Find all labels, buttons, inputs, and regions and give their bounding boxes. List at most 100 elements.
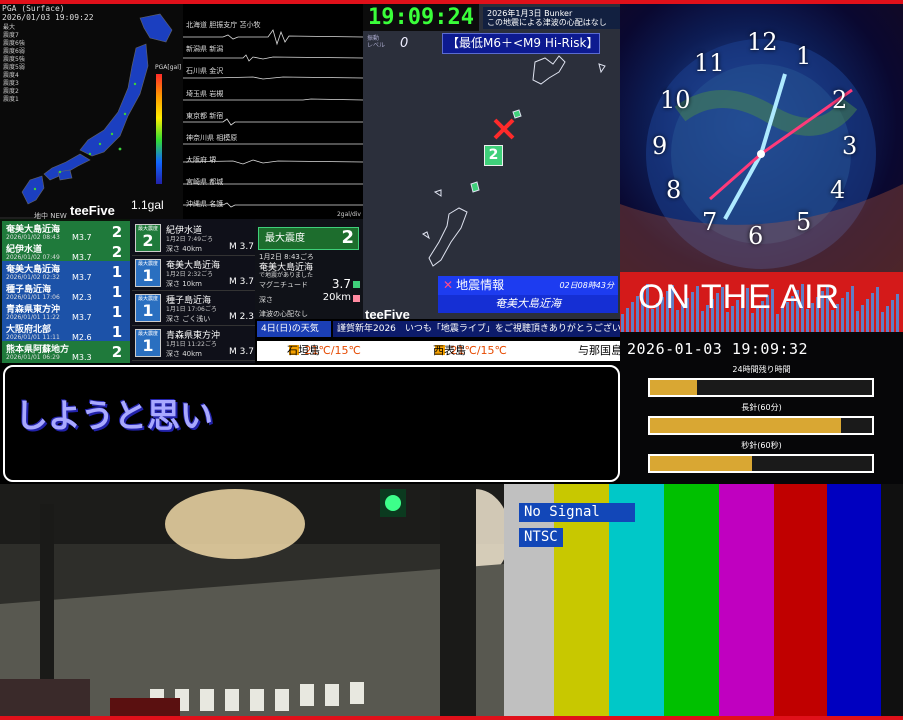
- audio-bar: [871, 293, 874, 332]
- badge-value: 1: [142, 266, 154, 285]
- eq-magnitude: M 3.7: [229, 277, 254, 287]
- list-item: 最大震度 1 奄美大島近海 1月2日 2:32ごろ 深さ 10km M 3.7: [132, 256, 255, 291]
- eq-depth-mag: 深さ 10km M 3.7: [166, 277, 254, 289]
- intensity-badge: 最大震度 2: [135, 224, 161, 252]
- progress-label: 長針(60分): [741, 403, 782, 412]
- magnitude-value: 3.7: [331, 277, 351, 291]
- news-ticker: 謹賀新年2026 いつも「地震ライブ」をご視聴頂きありがとうございます!: [333, 321, 620, 337]
- weather-title: 4日(日)の天気: [257, 321, 331, 337]
- on-air-title: ON THE AIR: [638, 278, 841, 316]
- pga-color-scale: [156, 74, 162, 184]
- seismogram-panel: 北海道 胆振支庁 苫小牧 新潟県 新潟 石川県 金沢 埼玉県 岩槻 東京都 新宿…: [183, 4, 363, 219]
- on-air-datetime: 2026-01-03 19:09:32: [627, 340, 809, 358]
- street-scene-graphic: [0, 484, 504, 716]
- max-intensity-box: 最大震度 2: [258, 227, 359, 250]
- clock-number: 10: [660, 86, 691, 114]
- depth-value: 20km: [322, 292, 351, 303]
- audio-bar: [856, 311, 859, 332]
- street-camera-feed: [0, 484, 504, 716]
- eq-intensity: 2: [111, 243, 123, 261]
- intensity-badge: 2: [484, 145, 503, 166]
- eq-datetime: 2026/01/01 17:06: [6, 294, 60, 301]
- city-name: 石垣島: [287, 344, 320, 357]
- seismogram-trace: [183, 98, 363, 101]
- eq-magnitude: M 3.7: [229, 242, 254, 252]
- pga-scale-label: PGA[gal]: [155, 64, 182, 71]
- eq-magnitude: M 2.3: [229, 312, 254, 322]
- eq-datetime: 2026/01/02 02:32: [6, 274, 60, 281]
- audio-bar: [626, 308, 629, 332]
- progress-bar: [648, 416, 874, 435]
- close-icon: ✕: [443, 278, 454, 292]
- earthquake-detail-list: 最大震度 2 紀伊水道 1月2日 7:49ごろ 深さ 40km M 3.7 最大震…: [130, 219, 255, 363]
- eq-depth: 深さ 40km: [166, 350, 203, 358]
- weather-row: 石垣島 21℃/15℃ 西表島 21℃/15℃ 与那国島: [257, 341, 620, 361]
- eq-depth: 深さ 10km: [166, 280, 203, 288]
- intensity-badge: 最大震度 1: [135, 259, 161, 287]
- clock-number: 7: [702, 208, 718, 236]
- badge-value: 2: [142, 231, 154, 250]
- test-bar: [827, 484, 881, 716]
- pga-map-panel: PGA (Surface) 2026/01/03 19:09:22 最大 震度7…: [0, 4, 183, 219]
- max-intensity-label: 最大震度: [265, 233, 305, 244]
- clock-number: 6: [748, 222, 764, 250]
- eq-datetime: 2026/01/01 06:29: [6, 354, 60, 361]
- eq-datetime: 2026/01/02 08:43: [6, 234, 60, 241]
- teefive-logo: teeFive: [70, 203, 115, 218]
- test-bar: [881, 484, 903, 716]
- test-bar: [719, 484, 774, 716]
- intensity-badge: 最大震度 1: [135, 294, 161, 322]
- list-item: 最大震度 2 紀伊水道 1月2日 7:49ごろ 深さ 40km M 3.7: [132, 221, 255, 256]
- eq-intensity: 1: [111, 323, 123, 341]
- eq-magnitude: M3.3: [72, 353, 92, 362]
- eq-time: 1月1日 17:06ごろ: [166, 306, 217, 313]
- eq-time: 1月1日 11:22ごろ: [166, 341, 217, 348]
- seismogram-trace: [183, 76, 363, 80]
- no-signal-label: No Signal: [519, 503, 635, 522]
- on-air-panel: ON THE AIR 2026-01-03 19:09:32 24時間残り時間 …: [620, 272, 903, 484]
- audio-bar: [881, 312, 884, 332]
- status-square: [353, 281, 360, 288]
- ntsc-label: NTSC: [519, 528, 563, 547]
- eq-datetime: 2026/01/01 11:22: [6, 314, 60, 321]
- test-pattern-panel: No Signal NTSC: [504, 484, 903, 716]
- earthquake-list: 奄美大島近海 2026/01/02 08:43 M3.7 2 紀伊水道 2026…: [0, 219, 130, 363]
- eq-depth-mag: 深さ ごく浅い M 2.3: [166, 312, 254, 324]
- weather-city: 西表島 21℃/15℃: [433, 341, 507, 361]
- eq-magnitude: M 3.7: [229, 347, 254, 357]
- seismogram-trace: [183, 183, 363, 185]
- progress-bar: [648, 378, 874, 397]
- eq-info-title: ✕ 地震情報 02日08時43分: [438, 276, 618, 295]
- audio-bar: [846, 292, 849, 332]
- seismogram-trace: [183, 159, 363, 165]
- max-intensity-value: 2: [341, 227, 354, 248]
- eq-depth: 深さ ごく浅い: [166, 315, 211, 323]
- city-name: 与那国島: [578, 344, 620, 357]
- seismogram-trace: [183, 118, 363, 126]
- progress-fill: [650, 456, 753, 471]
- clock-number: 9: [652, 132, 668, 160]
- seismo-unit: 2gal/div: [336, 211, 361, 218]
- clock-number: 5: [796, 208, 812, 236]
- audio-bar: [851, 286, 854, 332]
- eq-info-place: 奄美大島近海: [438, 295, 618, 313]
- clock-number: 3: [842, 132, 858, 160]
- eq-depth-mag: 深さ 40km M 3.7: [166, 347, 254, 359]
- max-intensity-panel: 最大震度 2 1月2日 8:43ごろ 奄美大島近海 で地震がありました マグニチ…: [255, 219, 363, 319]
- clock-number: 12: [747, 28, 778, 56]
- eq-datetime: 2026/01/02 07:49: [6, 254, 60, 261]
- eq-intensity: 2: [111, 223, 123, 241]
- status-square: [353, 295, 360, 302]
- list-item: 最大震度 1 種子島近海 1月1日 17:06ごろ 深さ ごく浅い M 2.3: [132, 291, 255, 326]
- eq-info-label: 地震情報: [456, 278, 505, 292]
- eq-time: 1月2日 2:32ごろ: [166, 271, 214, 278]
- analog-clock-panel: 12 1 2 3 4 5 6 7 8 9 10 11: [620, 4, 903, 272]
- eq-datetime: 2026/01/01 11:11: [6, 334, 60, 341]
- clock-number: 11: [694, 49, 725, 77]
- test-bar: [664, 484, 719, 716]
- clock-number: 8: [666, 176, 682, 204]
- audio-bar: [866, 299, 869, 332]
- eq-info-time: 02日08時43分: [559, 281, 614, 290]
- clock-number: 1: [796, 42, 812, 70]
- eq-depth-mag: 深さ 40km M 3.7: [166, 242, 254, 254]
